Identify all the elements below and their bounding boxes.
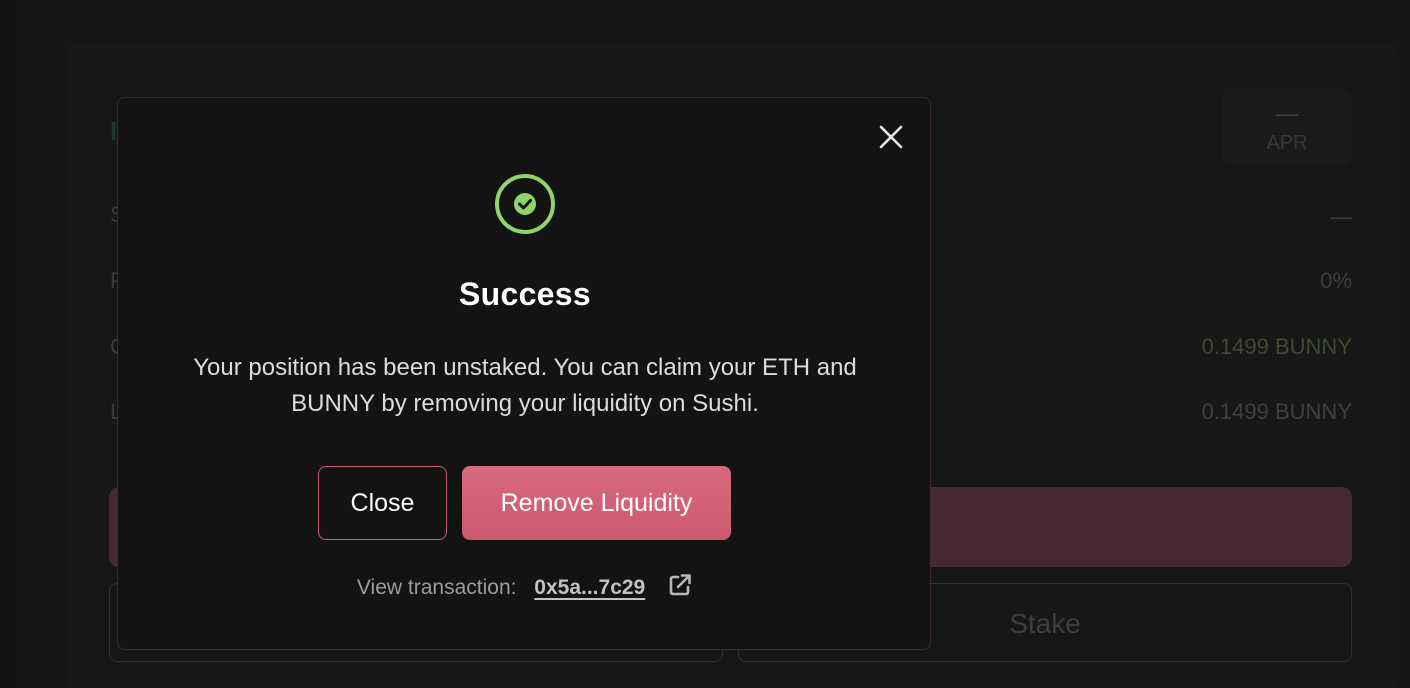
close-button[interactable]: Close [318,466,447,540]
transaction-row: View transaction: 0x5a...7c29 [118,572,932,600]
row-value-staked: — [1330,204,1352,229]
apr-label: APR [1266,132,1308,154]
page: I — APR S — P 0% C 0.1499 BUNNY L 0.1499… [0,0,1410,688]
apr-badge: — APR [1222,88,1352,166]
modal-title: Success [459,276,591,312]
success-modal: Success Your position has been unstaked.… [117,97,931,650]
close-icon[interactable] [878,124,904,150]
row-value-claimable: 0.1499 BUNNY [1201,334,1352,359]
transaction-label: View transaction: [356,576,517,599]
modal-message: Your position has been unstaked. You can… [193,354,857,417]
apr-value: — [1276,101,1298,126]
remove-liquidity-button[interactable]: Remove Liquidity [462,466,731,540]
row-value-liquidity: 0.1499 BUNNY [1201,399,1352,424]
external-link-icon[interactable] [667,572,693,598]
check-circle-icon [495,174,555,234]
row-value-pool-share: 0% [1320,268,1352,293]
transaction-hash-link[interactable]: 0x5a...7c29 [534,576,645,599]
